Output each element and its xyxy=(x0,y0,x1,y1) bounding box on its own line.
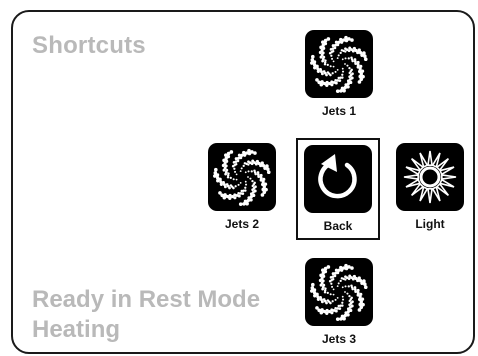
jets-icon xyxy=(305,30,373,98)
jets-3-label: Jets 3 xyxy=(321,332,357,346)
status-line-mode: Ready in Rest Mode xyxy=(32,286,261,313)
back-button[interactable]: Back xyxy=(296,138,380,240)
jets-2-button[interactable]: Jets 2 xyxy=(200,143,284,231)
jets-icon xyxy=(208,143,276,211)
back-label: Back xyxy=(323,219,353,233)
status-line-heating: Heating xyxy=(32,316,121,343)
jets-1-button[interactable]: Jets 1 xyxy=(297,30,381,118)
jets-icon xyxy=(305,258,373,326)
light-icon xyxy=(396,143,464,211)
light-label: Light xyxy=(415,217,445,231)
back-arrow-icon xyxy=(304,145,372,213)
jets-2-label: Jets 2 xyxy=(224,217,260,231)
jets-1-label: Jets 1 xyxy=(321,104,357,118)
jets-3-button[interactable]: Jets 3 xyxy=(297,258,381,346)
light-button[interactable]: Light xyxy=(388,143,472,231)
panel-title: Shortcuts xyxy=(32,32,146,59)
